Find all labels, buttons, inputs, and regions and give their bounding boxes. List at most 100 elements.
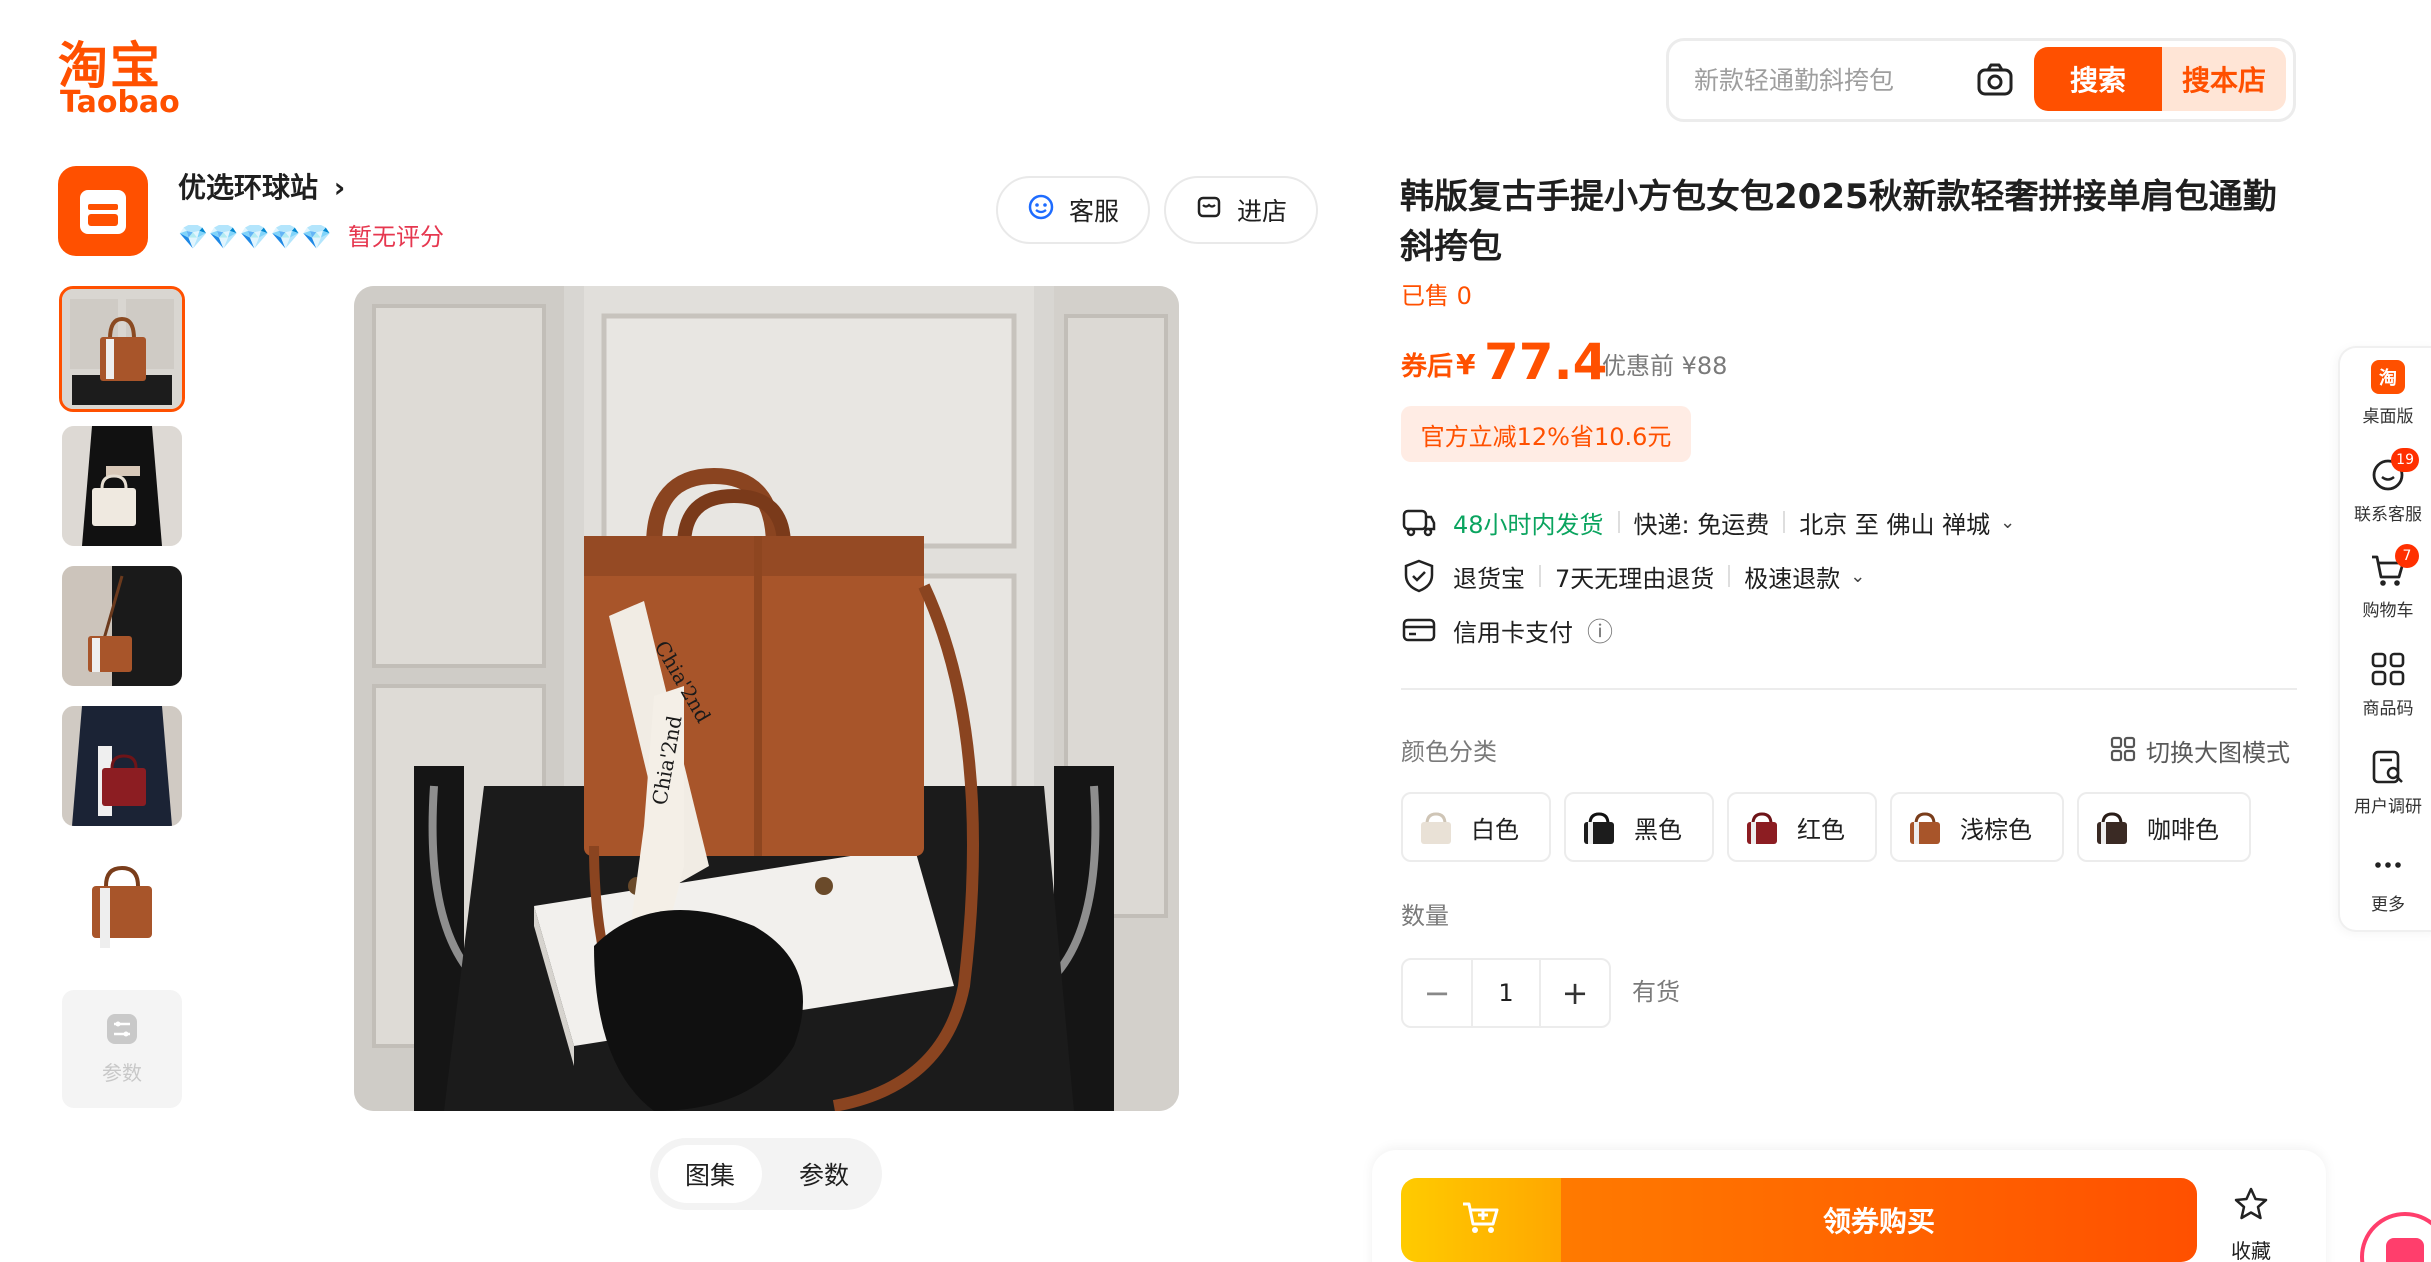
camera-search-icon[interactable]: [1976, 62, 2014, 98]
shield-return-icon: [1401, 558, 1437, 594]
main-product-image[interactable]: Chia'2nd Chia'2nd: [354, 286, 1179, 1111]
price-currency: ¥: [1456, 348, 1476, 381]
add-cart-icon: [1461, 1200, 1501, 1240]
switch-mode-label: 切换大图模式: [2146, 739, 2290, 767]
chat-icon: 19: [2369, 448, 2419, 494]
thumbnail-2[interactable]: [62, 426, 182, 546]
ship-time: 48小时内发货: [1453, 510, 1604, 539]
quantity-label: 数量: [1401, 902, 1449, 930]
quantity-stepper: − 1 +: [1401, 958, 1611, 1028]
tab-params[interactable]: 参数: [772, 1145, 876, 1203]
sidebar-item-survey[interactable]: 用户调研: [2340, 748, 2431, 817]
price-value: 77.4: [1484, 333, 1608, 391]
svg-text:淘: 淘: [2379, 367, 2397, 389]
return-insurance: 退货宝: [1453, 564, 1525, 593]
enter-store-button[interactable]: 进店: [1164, 176, 1318, 244]
fast-refund[interactable]: 极速退款: [1744, 559, 1840, 594]
quantity-minus-button[interactable]: −: [1403, 960, 1471, 1026]
bag-swatch-icon: [1904, 806, 1946, 848]
thumbnail-5[interactable]: [62, 846, 182, 966]
search-button[interactable]: 搜索: [2034, 47, 2162, 111]
sku-label: 咖啡色: [2147, 815, 2219, 844]
sku-label: 红色: [1797, 815, 1845, 844]
buy-with-coupon-button[interactable]: 领券购买: [1561, 1178, 2197, 1262]
sidebar-item-product-code[interactable]: 商品码: [2340, 650, 2431, 719]
no-reason-return: 7天无理由退货: [1555, 564, 1715, 593]
cart-count-badge: 7: [2395, 544, 2419, 568]
taobao-logo-en[interactable]: Taobao: [60, 86, 180, 120]
switch-large-image-mode[interactable]: 切换大图模式: [2110, 736, 2290, 770]
right-sidebar: [2338, 346, 2431, 932]
shop-rating: 暂无评分: [348, 223, 444, 251]
service-row: 退货宝 7天无理由退货 极速退款 ⌄: [1401, 558, 1865, 594]
store-icon: [1195, 193, 1223, 227]
bag-swatch-icon: [1578, 806, 1620, 848]
sku-option-coffee[interactable]: 咖啡色: [2077, 792, 2251, 862]
sku-option-black[interactable]: 黑色: [1564, 792, 1714, 862]
info-icon[interactable]: ⓘ: [1587, 612, 1613, 649]
search-input[interactable]: [1694, 60, 1954, 100]
credit-card-icon: [1401, 612, 1437, 648]
credit-card-pay: 信用卡支付: [1453, 618, 1573, 647]
customer-service-label: 客服: [1068, 197, 1119, 226]
promo-badge[interactable]: 官方立减12%省10.6元: [1401, 406, 1691, 462]
divider: [1783, 511, 1786, 533]
price-prefix: 券后: [1401, 352, 1454, 382]
product-title: 韩版复古手提小方包女包2025秋新款轻奢拼接单肩包通勤斜挎包: [1400, 177, 2277, 267]
shop-logo[interactable]: [58, 166, 148, 256]
shipping-row: 48小时内发货 快递: 免运费 北京 至 佛山 禅城 ⌄: [1401, 504, 2015, 540]
thumbnail-1[interactable]: [59, 286, 185, 412]
ship-route[interactable]: 北京 至 佛山 禅城: [1799, 505, 1990, 540]
chevron-down-icon[interactable]: ⌄: [1850, 566, 1865, 587]
sku-option-white[interactable]: 白色: [1401, 792, 1551, 862]
grid-icon: [2110, 736, 2136, 770]
quantity-plus-button[interactable]: +: [1541, 960, 1609, 1026]
quantity-input[interactable]: 1: [1471, 960, 1541, 1026]
sidebar-item-contact[interactable]: 19 联系客服: [2340, 448, 2431, 525]
cart-icon: 7: [2369, 544, 2419, 590]
tab-gallery[interactable]: 图集: [658, 1145, 762, 1203]
thumbnail-4[interactable]: [62, 706, 182, 826]
divider: [1617, 511, 1620, 533]
section-divider: [1401, 688, 2297, 690]
survey-icon: [2369, 748, 2407, 786]
thumbnail-3[interactable]: [62, 566, 182, 686]
search-store-button[interactable]: 搜本店: [2162, 47, 2286, 111]
star-icon: [2233, 1186, 2269, 1227]
sidebar-label: 购物车: [2362, 601, 2414, 621]
sidebar-item-more[interactable]: 更多: [2340, 846, 2431, 915]
favorite-button[interactable]: 收藏: [2216, 1186, 2286, 1262]
customer-service-button[interactable]: 客服: [996, 176, 1150, 244]
bag-swatch-icon: [2091, 806, 2133, 848]
sidebar-label: 用户调研: [2354, 797, 2422, 817]
floating-assistant-icon[interactable]: [2360, 1212, 2431, 1262]
qr-grid-icon: [2369, 650, 2407, 688]
favorite-label: 收藏: [2231, 1239, 2271, 1262]
sidebar-label: 商品码: [2362, 699, 2414, 719]
params-thumbnail[interactable]: 参数: [62, 990, 182, 1108]
shop-name-link[interactable]: 优选环球站 ›: [178, 168, 345, 208]
sidebar-label: 更多: [2371, 895, 2405, 915]
bag-swatch-icon: [1415, 806, 1457, 848]
taobao-app-icon: 淘: [2369, 358, 2407, 396]
sku-label: 黑色: [1634, 815, 1682, 844]
params-thumbnail-label: 参数: [102, 1061, 142, 1085]
chevron-right-icon: ›: [333, 171, 346, 204]
more-icon: [2369, 846, 2407, 884]
color-label: 颜色分类: [1401, 738, 1497, 766]
truck-icon: [1401, 504, 1437, 540]
sidebar-label: 联系客服: [2354, 505, 2422, 525]
divider: [1539, 565, 1541, 587]
sidebar-label: 桌面版: [2362, 407, 2414, 427]
sku-option-red[interactable]: 红色: [1727, 792, 1877, 862]
sku-label: 白色: [1471, 815, 1519, 844]
express-fee: 快递: 免运费: [1633, 510, 1770, 539]
original-price: 优惠前 ¥88: [1602, 352, 1728, 380]
add-to-cart-button[interactable]: [1401, 1178, 1561, 1262]
sku-option-light-brown[interactable]: 浅棕色: [1890, 792, 2064, 862]
sold-count: 已售 0: [1401, 282, 1472, 310]
sidebar-item-cart[interactable]: 7 购物车: [2340, 544, 2431, 621]
chevron-down-icon[interactable]: ⌄: [2000, 512, 2015, 533]
service-smile-icon: [1027, 193, 1055, 227]
sidebar-item-desktop[interactable]: 淘 桌面版: [2340, 358, 2431, 427]
